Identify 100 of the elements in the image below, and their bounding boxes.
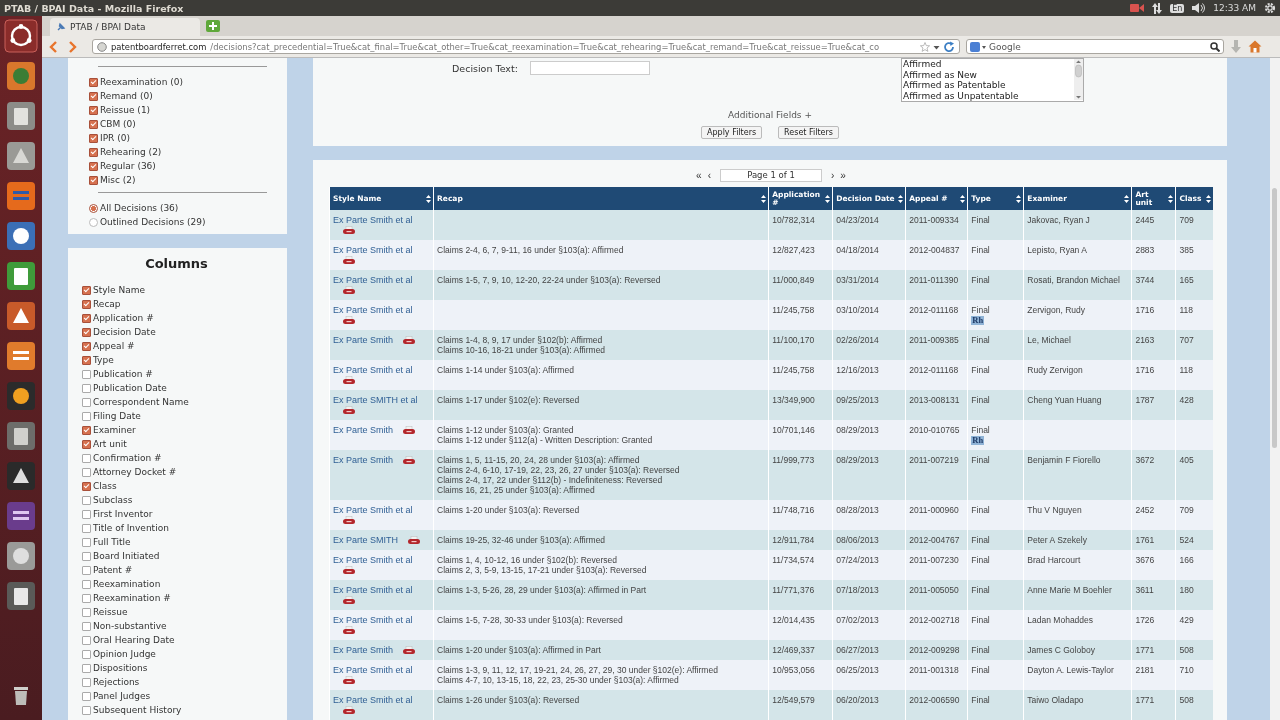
scrollbar-thumb[interactable] xyxy=(1272,188,1277,448)
table-row[interactable]: Ex Parte Smith et al 10/782,314 04/23/2014 2011-009334 Final Jakovac, Ryan J 2445 709 xyxy=(329,210,1213,240)
radio-label[interactable]: All Decisions (36) xyxy=(100,203,179,213)
listbox-scrollbar[interactable] xyxy=(1074,59,1083,100)
checkbox-label[interactable]: Misc (2) xyxy=(100,175,136,185)
checkbox-label[interactable]: Reexamination (0) xyxy=(100,77,183,87)
checkbox-label[interactable]: Examiner xyxy=(93,425,136,435)
search-engine-icon[interactable] xyxy=(970,41,986,52)
button[interactable]: Reset Filters xyxy=(778,126,839,139)
app-icon[interactable] xyxy=(4,299,38,333)
radio-button[interactable] xyxy=(89,217,98,227)
decision-link[interactable]: Ex Parte Smith et al xyxy=(333,585,413,595)
pdf-icon[interactable] xyxy=(343,706,355,714)
decision-link[interactable]: Ex Parte Smith et al xyxy=(333,275,413,285)
pdf-icon[interactable] xyxy=(343,626,355,634)
app-icon[interactable] xyxy=(4,539,38,573)
checkbox-label[interactable]: Subclass xyxy=(93,495,133,505)
checkbox-label[interactable]: Publication Date xyxy=(93,383,167,393)
decision-link[interactable]: Ex Parte Smith et al xyxy=(333,305,413,315)
star-icon[interactable] xyxy=(920,41,930,52)
table-row[interactable]: Ex Parte Smith et al 11/245,758 03/10/2014 2012-011168 Final Rh Zervigon, Rudy 1716 118 xyxy=(329,300,1213,330)
keyboard-indicator[interactable]: En xyxy=(1170,3,1185,13)
table-row[interactable]: Ex Parte Smith et al Claims 1, 4, 10-12, 16 under §102(b): Reversed Claims 2, 3, 5-9, 13-15, 17-21 under §103(a): Reversed 11/734,574 07/24/2013 2011-007230 Final Brad Harcourt 3676 166 xyxy=(329,550,1213,580)
decision-link[interactable]: Ex Parte Smith et al xyxy=(333,365,413,375)
list-option[interactable]: Affirmed as Unpatentable xyxy=(903,90,1074,101)
search-bar[interactable]: Google xyxy=(966,39,1224,54)
search-field[interactable]: Google xyxy=(989,41,1207,52)
decision-link[interactable]: Ex Parte Smith et al xyxy=(333,695,413,705)
checkbox[interactable] xyxy=(82,565,91,575)
checkbox[interactable] xyxy=(82,369,91,379)
checkbox[interactable] xyxy=(89,119,98,129)
checkbox-label[interactable]: Subsequent History xyxy=(93,705,182,715)
checkbox-label[interactable]: Title of Invention xyxy=(93,523,169,533)
decision-link[interactable]: Ex Parte Smith xyxy=(333,335,394,345)
checkbox[interactable] xyxy=(82,467,91,477)
checkbox-label[interactable]: Attorney Docket # xyxy=(93,467,177,477)
app-icon[interactable] xyxy=(4,499,38,533)
checkbox-label[interactable]: Patent # xyxy=(93,565,133,575)
checkbox-label[interactable]: Full Title xyxy=(93,537,131,547)
pdf-icon[interactable] xyxy=(343,316,355,324)
pdf-icon[interactable] xyxy=(343,406,355,414)
app-icon[interactable] xyxy=(4,459,38,493)
checkbox[interactable] xyxy=(82,593,91,603)
checkbox-label[interactable]: Publication # xyxy=(93,369,153,379)
app-icon[interactable] xyxy=(4,99,38,133)
pdf-icon[interactable] xyxy=(343,376,355,384)
next-page-link[interactable]: › xyxy=(831,170,835,181)
table-row[interactable] xyxy=(329,660,1213,690)
checkbox[interactable] xyxy=(82,691,91,701)
checkbox[interactable] xyxy=(82,635,91,645)
checkbox-label[interactable]: Reexamination # xyxy=(93,593,171,603)
checkbox[interactable] xyxy=(82,607,91,617)
pdf-icon[interactable] xyxy=(343,566,355,574)
checkbox[interactable] xyxy=(82,411,91,421)
checkbox[interactable] xyxy=(82,397,91,407)
camera-icon[interactable] xyxy=(1130,3,1145,13)
table-row[interactable]: Ex Parte Smith et al Claims 1-5, 7-28, 30-33 under §103(a): Reversed 12/014,435 07/02/2013 2012-002718 Final Ladan Mohaddes 1726 429 xyxy=(329,610,1213,640)
pdf-icon[interactable] xyxy=(408,536,420,544)
app-icon[interactable] xyxy=(4,419,38,453)
checkbox-label[interactable]: Opinion Judge xyxy=(93,649,156,659)
table-row[interactable] xyxy=(329,450,1213,500)
transfer-arrows-icon[interactable] xyxy=(1152,2,1163,14)
pdf-icon[interactable] xyxy=(343,676,355,684)
first-page-link[interactable]: « xyxy=(696,170,702,181)
checkbox[interactable] xyxy=(89,147,98,157)
checkbox[interactable] xyxy=(82,705,91,715)
search-icon[interactable] xyxy=(1210,41,1220,52)
checkbox-label[interactable]: Non-substantive xyxy=(93,621,167,631)
checkbox[interactable] xyxy=(82,453,91,463)
checkbox-label[interactable]: CBM (0) xyxy=(100,119,136,129)
pdf-icon[interactable] xyxy=(343,596,355,604)
checkbox-label[interactable]: Class xyxy=(93,481,117,491)
checkbox[interactable] xyxy=(82,537,91,547)
checkbox-label[interactable]: Type xyxy=(93,355,114,365)
checkbox-label[interactable]: Rehearing (2) xyxy=(100,147,162,157)
decision-link[interactable]: Ex Parte Smith et al xyxy=(333,665,413,675)
checkbox-label[interactable]: Recap xyxy=(93,299,121,309)
app-icon[interactable] xyxy=(4,219,38,253)
sort-icon[interactable] xyxy=(1206,194,1211,203)
decision-link[interactable]: Ex Parte Smith et al xyxy=(333,215,413,225)
checkbox-label[interactable]: Remand (0) xyxy=(100,91,153,101)
app-icon[interactable] xyxy=(4,139,38,173)
checkbox[interactable] xyxy=(82,663,91,673)
pdf-icon[interactable] xyxy=(403,426,416,434)
checkbox[interactable] xyxy=(89,77,98,87)
checkbox[interactable] xyxy=(89,91,98,101)
scrollbar[interactable] xyxy=(1270,58,1280,720)
checkbox-label[interactable]: Panel Judges xyxy=(93,691,151,701)
app-icon[interactable] xyxy=(4,339,38,373)
url-field[interactable]: patentboardferret.com /decisions?cat_precedential=True&cat_final=True&cat_other=True&cat_reexamination=True&cat_rehearing=True&cat_remand=True&cat_reissue=True&cat_co xyxy=(92,39,960,54)
list-option[interactable]: Affirmed xyxy=(903,59,1074,70)
checkbox[interactable] xyxy=(89,105,98,115)
checkbox-label[interactable]: Reissue xyxy=(93,607,128,617)
speaker-icon[interactable] xyxy=(1192,3,1206,13)
checkbox-label[interactable]: IPR (0) xyxy=(100,133,130,143)
decision-link[interactable]: Ex Parte Smith et al xyxy=(333,555,413,565)
checkbox[interactable] xyxy=(82,313,91,323)
app-icon[interactable] xyxy=(4,579,38,613)
radio-label[interactable]: Outlined Decisions (29) xyxy=(100,217,206,227)
checkbox[interactable] xyxy=(89,175,98,185)
